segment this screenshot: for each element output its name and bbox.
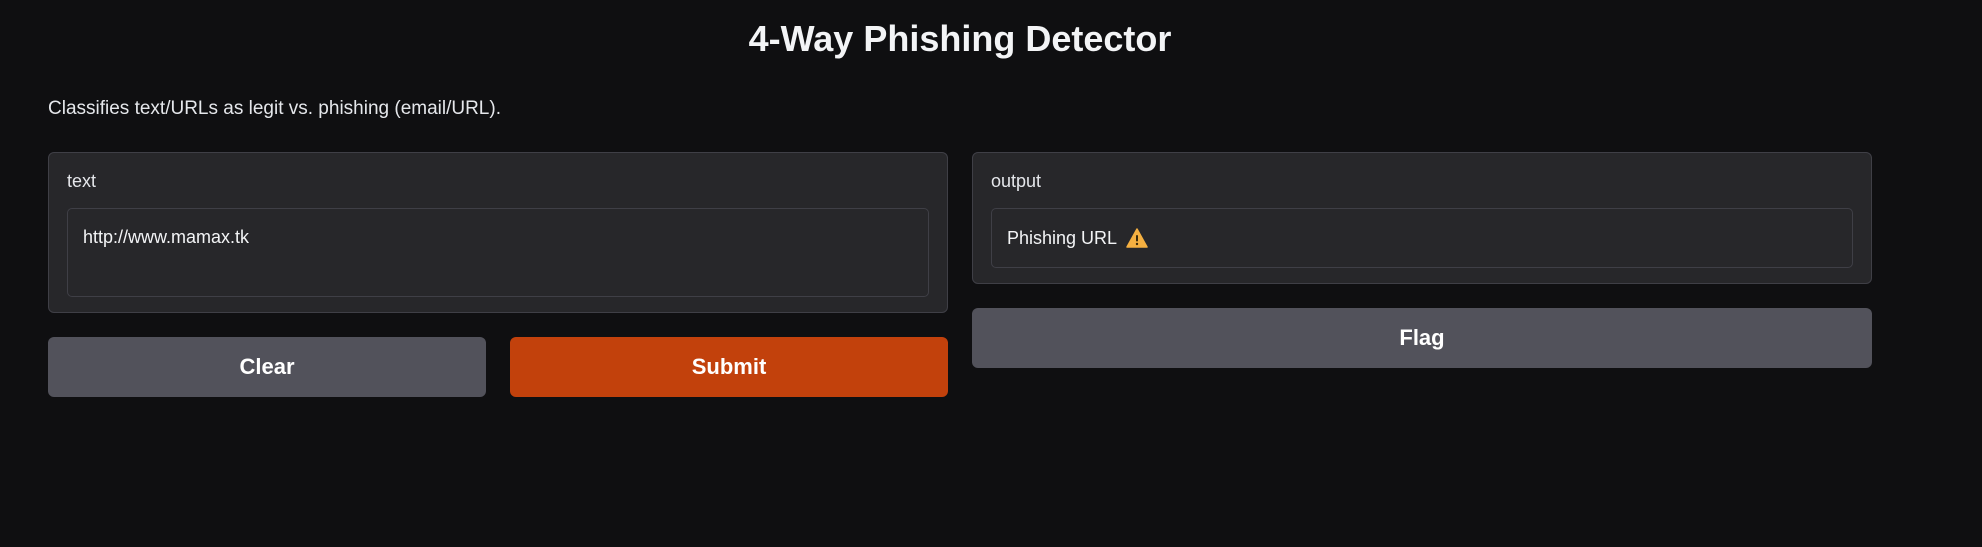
warning-icon (1126, 228, 1148, 248)
output-label: output (991, 171, 1042, 191)
output-panel: output Phishing URL (972, 152, 1872, 284)
text-input-label: text (67, 171, 97, 191)
output-field: Phishing URL (991, 208, 1853, 268)
submit-button[interactable]: Submit (510, 337, 948, 397)
page-description: Classifies text/URLs as legit vs. phishi… (48, 98, 501, 119)
text-input-panel: text (48, 152, 948, 313)
text-input[interactable] (67, 208, 929, 297)
flag-button[interactable]: Flag (972, 308, 1872, 368)
clear-button[interactable]: Clear (48, 337, 486, 397)
output-value: Phishing URL (1007, 227, 1118, 248)
page-title: 4-Way Phishing Detector (748, 18, 1172, 59)
